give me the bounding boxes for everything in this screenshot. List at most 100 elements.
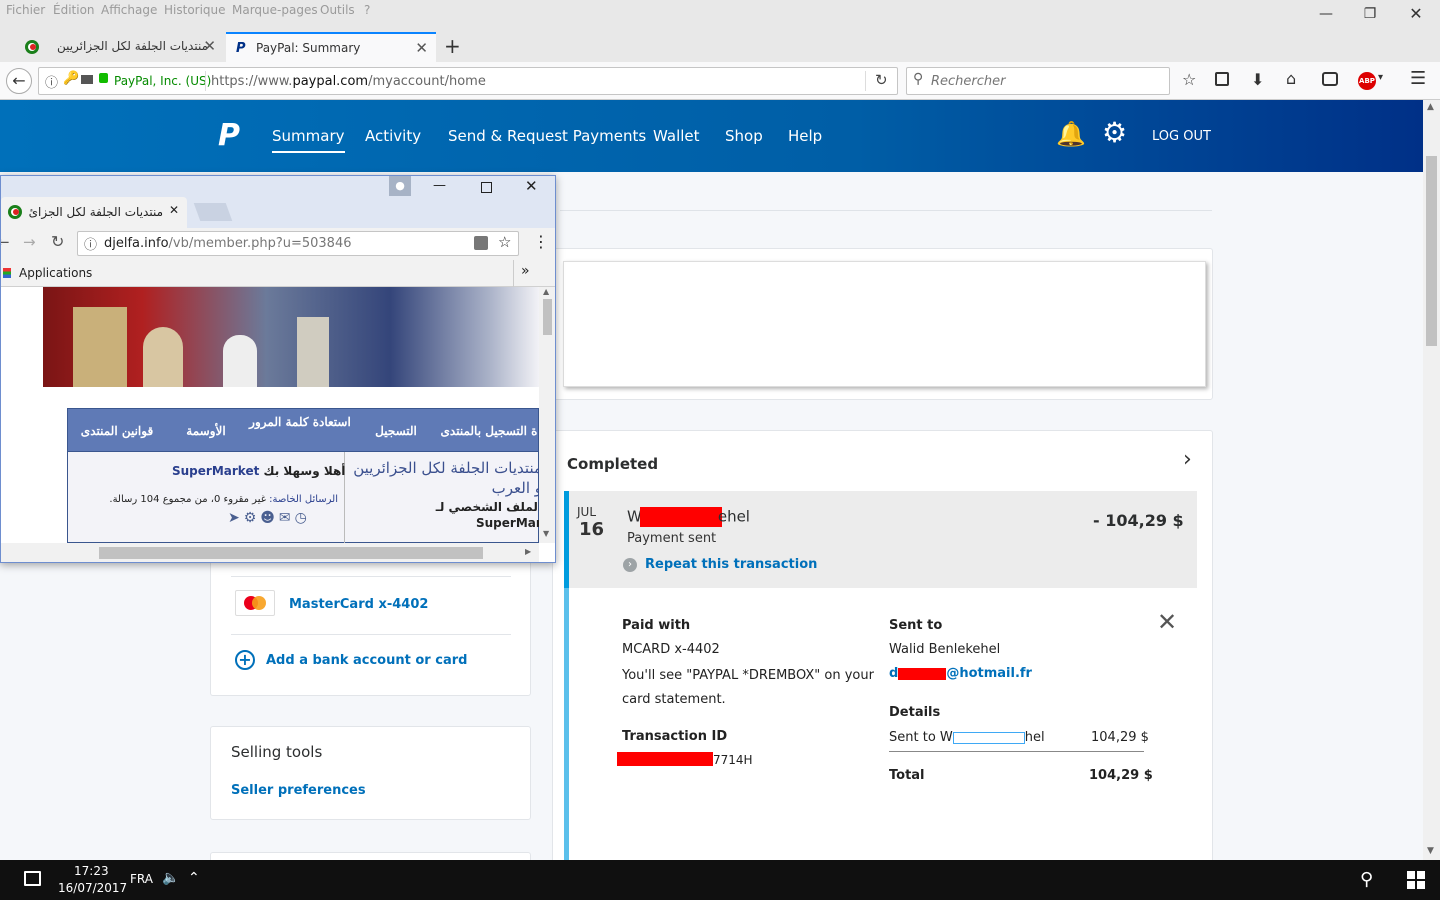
input-language[interactable]: FRA	[130, 872, 153, 886]
chrome-bookmark-star-icon[interactable]: ☆	[498, 233, 511, 251]
wallet-card-link[interactable]: MasterCard x-4402	[289, 597, 428, 612]
chrome-close-icon[interactable]: ✕	[525, 177, 538, 195]
chrome-reload-icon[interactable]: ↻	[51, 232, 64, 251]
chevron-down-icon[interactable]: ▾	[1378, 72, 1383, 83]
forum-nav-medals[interactable]: الأوسمة	[166, 409, 246, 453]
chrome-menu-icon[interactable]: ⋮	[533, 232, 549, 251]
tab-paypal[interactable]: P PayPal: Summary ✕	[226, 32, 436, 62]
bookmark-star-icon[interactable]: ☆	[1182, 70, 1196, 89]
chrome-back-icon[interactable]: ←	[1, 233, 10, 251]
translate-icon[interactable]	[474, 236, 488, 250]
chrome-tab[interactable]: منتديات الجلفة لكل الجزائ ✕	[1, 197, 187, 228]
menu-affichage[interactable]: Affichage	[101, 3, 157, 17]
chrome-hscrollbar[interactable]: ▶	[1, 543, 539, 562]
nav-shop[interactable]: Shop	[725, 127, 763, 145]
chrome-omnibox[interactable]: ⓘ djelfa.info/vb/member.php?u=503846 ☆	[77, 231, 519, 256]
restore-icon[interactable]: ❐	[1350, 4, 1390, 24]
repeat-transaction-link[interactable]: Repeat this transaction	[645, 557, 817, 572]
hamburger-menu-icon[interactable]: ☰	[1410, 68, 1426, 89]
chrome-scroll-down-icon[interactable]: ▼	[543, 529, 549, 538]
close-details-icon[interactable]: ✕	[1157, 608, 1177, 636]
details-label: Details	[889, 705, 941, 720]
scroll-down-icon[interactable]: ▼	[1427, 846, 1434, 856]
bookmarks-library-icon[interactable]	[1215, 72, 1229, 86]
nav-send-request[interactable]: Send & Request Payments	[448, 127, 646, 145]
pocket-icon[interactable]	[1322, 72, 1338, 86]
menu-help[interactable]: ?	[364, 3, 370, 17]
minimize-icon[interactable]: —	[1306, 4, 1346, 24]
private-messages-link[interactable]: الرسائل الخاصة:	[269, 494, 338, 505]
recipient-email-start: d	[889, 666, 899, 681]
close-tab-icon[interactable]: ✕	[203, 37, 216, 55]
nav-activity[interactable]: Activity	[365, 127, 421, 145]
chrome-vscrollbar[interactable]: ▲ ▼	[539, 287, 555, 543]
adblock-icon[interactable]: ABP	[1358, 72, 1376, 90]
forum-nav-rules[interactable]: قوانين المنتدى	[68, 409, 166, 453]
close-window-icon[interactable]: ✕	[1396, 4, 1436, 24]
transaction-day: 16	[579, 519, 605, 540]
menu-fichier[interactable]: Fichier	[6, 3, 45, 17]
chrome-new-tab-button[interactable]	[193, 203, 233, 221]
menu-edition[interactable]: Édition	[53, 3, 95, 17]
notifications-bell-icon[interactable]: 🔔	[1056, 120, 1086, 148]
chrome-info-icon[interactable]: ⓘ	[84, 234, 97, 253]
chrome-maximize-icon[interactable]	[481, 182, 492, 193]
transaction-row[interactable]: JUL 16 Wehel Payment sent - 104,29 $ › R…	[564, 491, 1197, 588]
forum-nav-register[interactable]: التسجيل	[354, 409, 438, 453]
chrome-tab-close-icon[interactable]: ✕	[169, 203, 179, 217]
nav-help[interactable]: Help	[788, 127, 822, 145]
apps-grid-icon[interactable]	[3, 268, 11, 278]
reload-icon[interactable]: ↻	[875, 71, 888, 89]
menu-outils[interactable]: Outils	[320, 3, 355, 17]
search-input[interactable]	[931, 71, 1161, 91]
seller-preferences-link[interactable]: Seller preferences	[231, 783, 366, 798]
action-center-icon[interactable]	[24, 871, 41, 886]
chrome-url[interactable]: djelfa.info/vb/member.php?u=503846	[104, 236, 352, 251]
windows-start-icon[interactable]	[1407, 871, 1425, 889]
more-bookmarks-button[interactable]: »	[521, 263, 530, 279]
recipient-email[interactable]: d @hotmail.fr	[889, 666, 1032, 681]
transaction-details: Paid with MCARD x-4402 You'll see "PAYPA…	[564, 588, 1197, 871]
menu-historique[interactable]: Historique	[164, 3, 226, 17]
bookmark-applications[interactable]: Applications	[19, 266, 92, 280]
info-icon[interactable]: ⓘ	[45, 72, 58, 91]
forum-user-tools-icon[interactable]: ➤⚙☻✉◷	[228, 510, 311, 526]
volume-icon[interactable]: 🔈	[162, 870, 179, 886]
chrome-vscroll-thumb[interactable]	[543, 299, 552, 335]
search-bar[interactable]: ⚲	[906, 67, 1170, 95]
add-bank-link[interactable]: Add a bank account or card	[266, 653, 467, 668]
close-tab-icon[interactable]: ✕	[415, 39, 428, 57]
url-bar[interactable]: ⓘ 🔑 PayPal, Inc. (US) https://www.paypal…	[38, 67, 898, 95]
settings-gear-icon[interactable]: ⚙	[1102, 116, 1127, 149]
chevron-right-icon[interactable]: ›	[1183, 447, 1192, 472]
url-text[interactable]: https://www.paypal.com/myaccount/home	[211, 74, 486, 89]
welcome-user[interactable]: SuperMarket	[172, 464, 259, 478]
chrome-hscroll-thumb[interactable]	[99, 547, 483, 559]
tab-djelfa[interactable]: منتديات الجلفة لكل الجزائريين ✕	[14, 32, 224, 62]
home-icon[interactable]: ⌂	[1286, 69, 1296, 88]
paypal-logo-icon[interactable]: P	[218, 118, 240, 153]
chrome-scroll-up-icon[interactable]: ▲	[543, 287, 549, 296]
menu-marque-pages[interactable]: Marque-pages	[232, 3, 318, 17]
nav-wallet[interactable]: Wallet	[653, 127, 700, 145]
statement-note: You'll see "PAYPAL *DREMBOX" on your car…	[622, 668, 874, 707]
scroll-thumb[interactable]	[1426, 156, 1437, 346]
taskbar-search-icon[interactable]: ⚲	[1360, 869, 1373, 890]
chrome-minimize-icon[interactable]: —	[433, 178, 446, 193]
scroll-up-icon[interactable]: ▲	[1427, 102, 1434, 112]
logout-link[interactable]: LOG OUT	[1152, 129, 1211, 144]
chrome-url-host: djelfa.info	[104, 236, 169, 251]
forum-nav-help[interactable]: ة التسجيل بالمنتدى	[438, 409, 539, 453]
chrome-scroll-right-icon[interactable]: ▶	[525, 547, 531, 556]
page-scrollbar[interactable]: ▲ ▼	[1423, 100, 1440, 860]
add-circle-icon[interactable]: +	[235, 650, 255, 670]
back-arrow-icon[interactable]: ←	[6, 68, 32, 94]
new-tab-icon[interactable]: +	[444, 34, 461, 58]
transaction-name: Wehel	[627, 507, 750, 527]
forum-nav-recover-password[interactable]: استعادة كلمة المرور	[246, 413, 354, 457]
download-icon[interactable]: ⬇	[1251, 70, 1264, 89]
chrome-forward-icon[interactable]: →	[23, 233, 36, 251]
nav-summary[interactable]: Summary	[272, 127, 345, 153]
tray-chevron-up-icon[interactable]: ⌃	[188, 870, 200, 886]
user-profile-icon[interactable]: ●	[389, 176, 411, 196]
